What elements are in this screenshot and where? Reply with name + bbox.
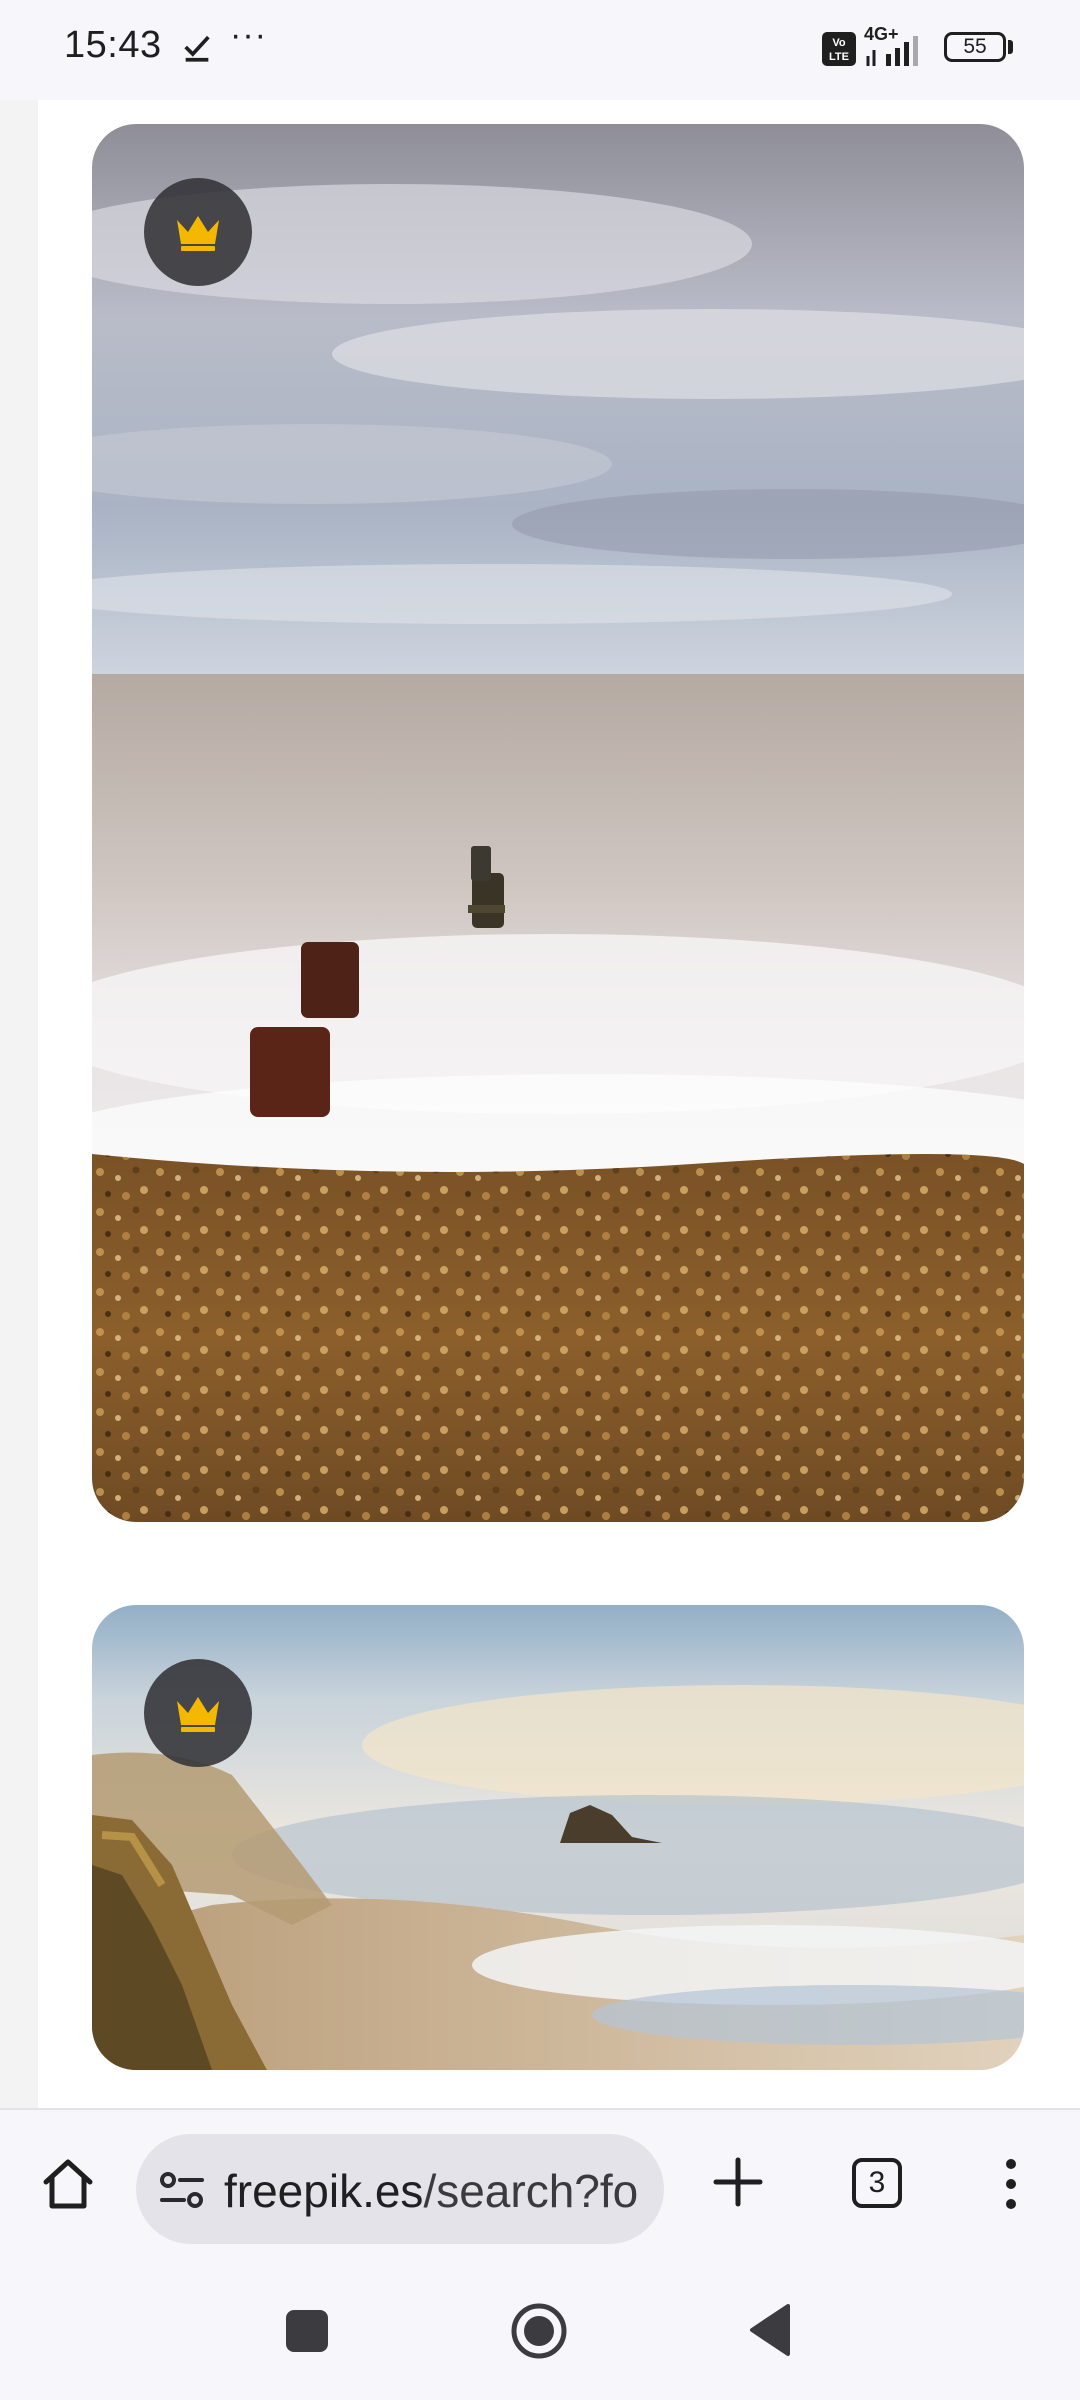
svg-text:Vo: Vo <box>832 37 846 49</box>
premium-badge <box>144 178 252 286</box>
status-time: 15:43 <box>64 24 162 66</box>
home-button[interactable] <box>510 2302 568 2360</box>
crown-icon <box>177 216 219 251</box>
signal-strength-icon <box>866 36 918 66</box>
back-button[interactable] <box>748 2302 792 2358</box>
download-done-icon <box>184 35 210 62</box>
svg-text:LTE: LTE <box>829 51 849 63</box>
result-card-beach-groynes[interactable] <box>92 124 1024 1522</box>
home-icon[interactable] <box>38 2154 98 2214</box>
system-navigation-bar <box>0 2250 1080 2400</box>
notification-more-icon: ··· <box>230 16 267 54</box>
new-tab-plus-icon[interactable] <box>710 2154 766 2210</box>
page-gutter <box>0 100 38 2108</box>
url-text[interactable]: freepik.es/search?fo <box>224 2164 654 2218</box>
battery-indicator: 55 <box>944 32 1006 62</box>
address-bar[interactable]: freepik.es/search?fo <box>136 2134 664 2244</box>
search-results[interactable] <box>38 100 1080 2108</box>
site-settings-icon[interactable] <box>158 2166 206 2214</box>
browser-toolbar: freepik.es/search?fo 3 <box>0 2108 1080 2250</box>
status-bar: 15:43 ··· Vo LTE 4G+ 55 <box>0 0 1080 100</box>
recents-button[interactable] <box>286 2310 328 2352</box>
premium-badge <box>144 1659 252 1767</box>
overflow-menu-icon[interactable] <box>994 2154 1028 2214</box>
crown-icon <box>177 1697 219 1732</box>
url-host: freepik.es <box>224 2165 424 2217</box>
url-path: /search?fo <box>423 2165 639 2217</box>
battery-tip <box>1008 40 1013 54</box>
volte-icon: Vo LTE <box>822 32 856 66</box>
tab-switcher-button[interactable]: 3 <box>852 2158 902 2208</box>
beach-groynes-photo[interactable] <box>92 124 1024 1522</box>
result-card-misty-coast[interactable] <box>92 1605 1024 2070</box>
